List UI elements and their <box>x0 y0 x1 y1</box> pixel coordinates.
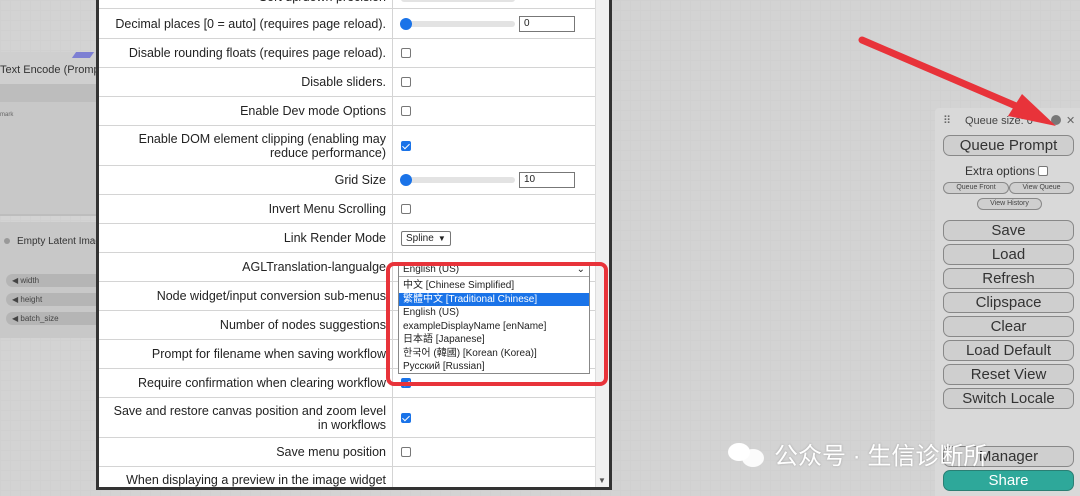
watermark-text: 公众号 · 生信诊断所 <box>774 443 988 470</box>
annotation-arrow <box>858 36 1056 126</box>
watermark: 公众号 · 生信诊断所 <box>728 436 987 471</box>
wechat-icon <box>728 441 766 467</box>
